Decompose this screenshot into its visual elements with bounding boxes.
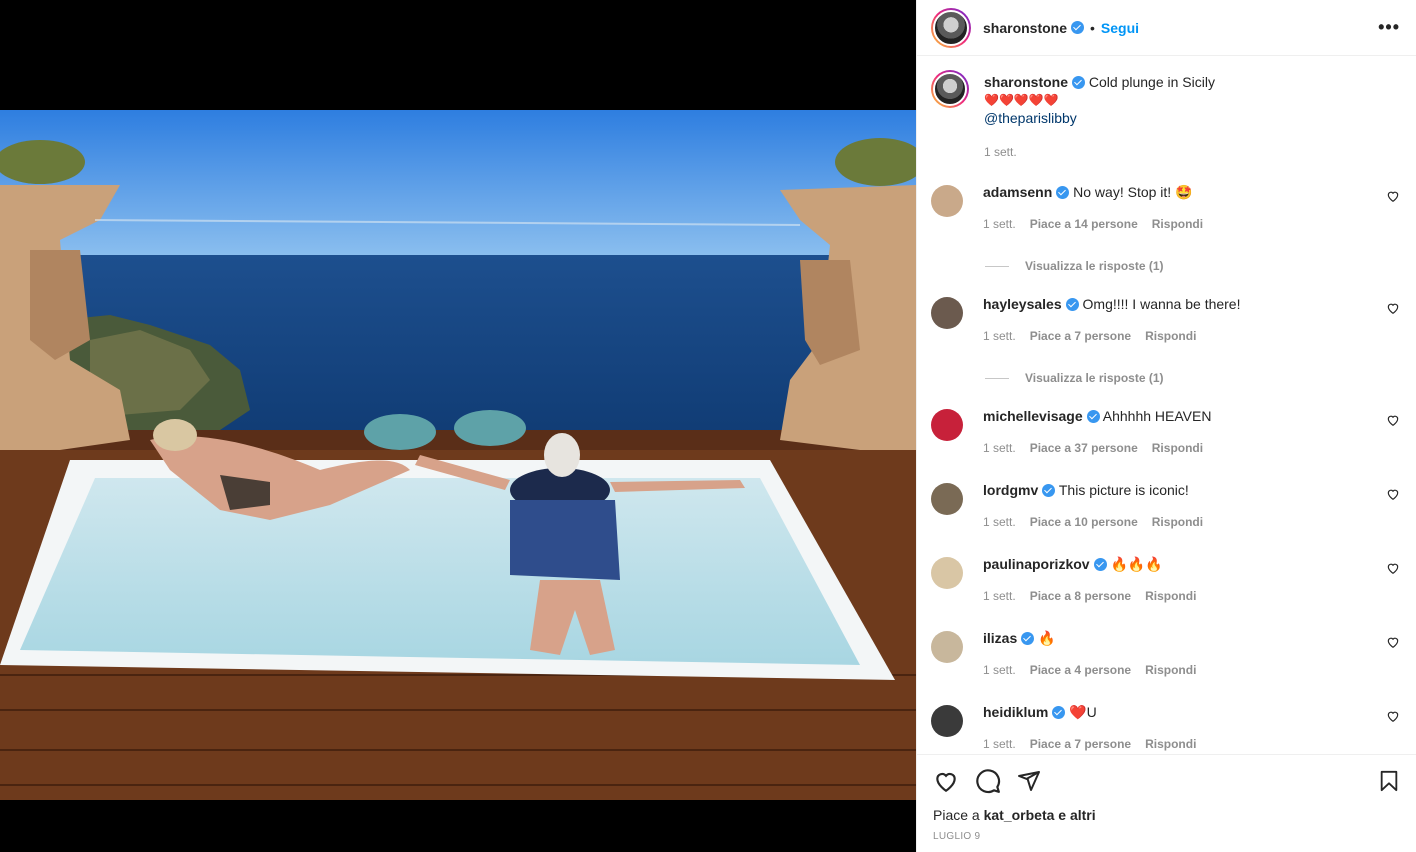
comment-text: 🔥🔥🔥 — [1110, 556, 1163, 572]
comment-time[interactable]: 1 sett. — [983, 587, 1016, 605]
share-icon[interactable] — [1017, 769, 1041, 793]
caption-hearts: ❤️❤️❤️❤️❤️ — [984, 93, 1059, 107]
header-separator: • — [1090, 19, 1095, 36]
reply-button[interactable]: Rispondi — [1145, 327, 1196, 345]
more-options-icon[interactable]: ••• — [1378, 17, 1400, 38]
commenter-avatar[interactable] — [931, 705, 963, 737]
comment-likes[interactable]: Piace a 7 persone — [1030, 735, 1131, 753]
author-username[interactable]: sharonstone — [983, 20, 1067, 36]
likes-prefix: Piace a — [933, 807, 984, 823]
comment-time[interactable]: 1 sett. — [983, 439, 1016, 457]
verified-badge-icon — [1042, 484, 1056, 497]
bookmark-icon[interactable] — [1378, 769, 1400, 793]
likes-suffix[interactable]: e altri — [1054, 807, 1095, 823]
comment-username[interactable]: adamsenn — [983, 184, 1052, 200]
follow-button[interactable]: Segui — [1101, 20, 1139, 36]
comment-username[interactable]: michellevisage — [983, 408, 1083, 424]
comment-item: lordgmv This picture is iconic! 1 sett. P… — [931, 481, 1400, 531]
comment-text: This picture is iconic! — [1058, 482, 1189, 498]
comment-likes[interactable]: Piace a 7 persone — [1030, 327, 1131, 345]
view-replies-button[interactable]: Visualizza le risposte (1) — [985, 259, 1400, 273]
comment-time[interactable]: 1 sett. — [983, 735, 1016, 753]
comment-text: 🔥 — [1038, 630, 1056, 646]
caption-avatar[interactable] — [931, 70, 969, 108]
caption-mention-link[interactable]: @theparislibby — [984, 109, 1400, 127]
caption-time[interactable]: 1 sett. — [984, 143, 1017, 161]
comment-item: michellevisage Ahhhhh HEAVEN 1 sett. Piac… — [931, 407, 1400, 457]
comments-list[interactable]: sharonstone Cold plunge in Sicily ❤️❤️❤️… — [917, 56, 1416, 754]
verified-badge-icon — [1093, 558, 1107, 571]
verified-badge-icon — [1021, 632, 1035, 645]
comment-likes[interactable]: Piace a 37 persone — [1030, 439, 1138, 457]
photo-illustration — [0, 110, 916, 800]
like-comment-heart-icon[interactable] — [1386, 635, 1400, 649]
like-comment-heart-icon[interactable] — [1386, 487, 1400, 501]
caption: sharonstone Cold plunge in Sicily ❤️❤️❤️… — [931, 70, 1400, 161]
comment-item: heidiklum ❤️U 1 sett. Piace a 7 persone Ri… — [931, 703, 1400, 753]
reply-button[interactable]: Rispondi — [1152, 439, 1203, 457]
comment-time[interactable]: 1 sett. — [983, 661, 1016, 679]
verified-badge-icon — [1071, 21, 1085, 34]
reply-button[interactable]: Rispondi — [1145, 587, 1196, 605]
comment-text: Ahhhhh HEAVEN — [1102, 408, 1212, 424]
comment-likes[interactable]: Piace a 10 persone — [1030, 513, 1138, 531]
comment-likes[interactable]: Piace a 8 persone — [1030, 587, 1131, 605]
commenter-avatar[interactable] — [931, 409, 963, 441]
reply-button[interactable]: Rispondi — [1152, 513, 1203, 531]
comment-likes[interactable]: Piace a 14 persone — [1030, 215, 1138, 233]
post-date[interactable]: LUGLIO 9 — [933, 831, 1400, 842]
comment-time[interactable]: 1 sett. — [983, 327, 1016, 345]
liker-username[interactable]: kat_orbeta — [984, 807, 1055, 823]
post-panel: sharonstone • Segui ••• sharonstone Cold… — [916, 0, 1416, 852]
reply-button[interactable]: Rispondi — [1152, 215, 1203, 233]
caption-username[interactable]: sharonstone — [984, 74, 1068, 90]
commenter-avatar[interactable] — [931, 185, 963, 217]
comment-item: hayleysales Omg!!!! I wanna be there! 1 … — [931, 295, 1400, 345]
comment-text: Omg!!!! I wanna be there! — [1082, 296, 1241, 312]
like-comment-heart-icon[interactable] — [1386, 561, 1400, 575]
comment-username[interactable]: lordgmv — [983, 482, 1038, 498]
comment-username[interactable]: ilizas — [983, 630, 1017, 646]
comment-item: paulinaporizkov 🔥🔥🔥 1 sett. Piace a 8 per… — [931, 555, 1400, 605]
reply-button[interactable]: Rispondi — [1145, 661, 1196, 679]
verified-badge-icon — [1052, 706, 1066, 719]
verified-badge-icon — [1072, 76, 1086, 89]
comment-item: adamsenn No way! Stop it! 🤩 1 sett. Piace… — [931, 183, 1400, 233]
verified-badge-icon — [1056, 186, 1070, 199]
post-header: sharonstone • Segui ••• — [917, 0, 1416, 56]
comment-text: ❤️U — [1069, 704, 1097, 720]
reply-button[interactable]: Rispondi — [1145, 735, 1196, 753]
comment-icon[interactable] — [975, 768, 1001, 794]
comment-username[interactable]: paulinaporizkov — [983, 556, 1090, 572]
author-avatar[interactable] — [931, 7, 971, 48]
commenter-avatar[interactable] — [931, 557, 963, 589]
like-comment-heart-icon[interactable] — [1386, 413, 1400, 427]
comment-username[interactable]: hayleysales — [983, 296, 1062, 312]
comment-time[interactable]: 1 sett. — [983, 513, 1016, 531]
comment-item: ilizas 🔥 1 sett. Piace a 4 persone Rispond… — [931, 629, 1400, 679]
like-comment-heart-icon[interactable] — [1386, 189, 1400, 203]
commenter-avatar[interactable] — [931, 483, 963, 515]
like-comment-heart-icon[interactable] — [1386, 301, 1400, 315]
post-actions: Piace a kat_orbeta e altri LUGLIO 9 — [917, 754, 1416, 852]
post-photo[interactable] — [0, 110, 916, 800]
comment-likes[interactable]: Piace a 4 persone — [1030, 661, 1131, 679]
comment-text: No way! Stop it! 🤩 — [1073, 184, 1193, 200]
verified-badge-icon — [1065, 298, 1079, 311]
likes-summary: Piace a kat_orbeta e altri — [933, 807, 1400, 823]
post-media[interactable] — [0, 0, 916, 852]
commenter-avatar[interactable] — [931, 631, 963, 663]
commenter-avatar[interactable] — [931, 297, 963, 329]
like-comment-heart-icon[interactable] — [1386, 709, 1400, 723]
verified-badge-icon — [1086, 410, 1100, 423]
view-replies-button[interactable]: Visualizza le risposte (1) — [985, 371, 1400, 385]
heart-icon[interactable] — [933, 768, 959, 794]
comment-time[interactable]: 1 sett. — [983, 215, 1016, 233]
comment-username[interactable]: heidiklum — [983, 704, 1048, 720]
caption-text: Cold plunge in Sicily — [1088, 74, 1215, 90]
